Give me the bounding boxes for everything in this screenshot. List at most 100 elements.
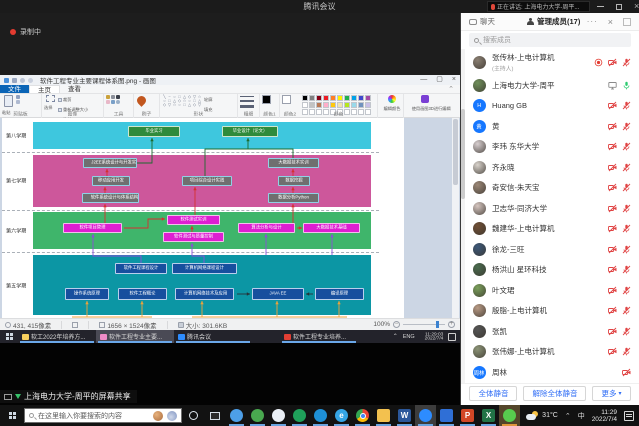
member-row[interactable]: 杨洪山 星环科技: [461, 260, 639, 281]
shapes-grid[interactable]: ╲~○□△◇▽☆ ○□△◇☆○□△ ◇▽☆○□△◇▽: [162, 95, 202, 107]
camera-off-icon[interactable]: [608, 347, 617, 356]
task-view-button[interactable]: [204, 412, 226, 420]
member-row[interactable]: 叶文珺: [461, 280, 639, 301]
magnifier-icon[interactable]: [116, 100, 120, 104]
brushes-icon[interactable]: [135, 94, 148, 107]
action-center-icon[interactable]: [624, 411, 634, 421]
panel-dock-icon[interactable]: [623, 18, 631, 26]
camera-off-icon[interactable]: [622, 368, 631, 377]
edit-colors-icon[interactable]: [388, 95, 396, 103]
mic-off-icon[interactable]: [622, 101, 631, 110]
color2-swatch[interactable]: [282, 95, 291, 104]
mic-off-icon[interactable]: [622, 347, 631, 356]
mic-off-icon[interactable]: [622, 183, 631, 192]
member-row[interactable]: 张伟娜-上电计算机: [461, 342, 639, 363]
mic-off-icon[interactable]: [622, 265, 631, 274]
palette-swatch[interactable]: [358, 102, 364, 108]
close-icon[interactable]: ×: [634, 2, 639, 11]
minimize-icon[interactable]: [597, 6, 604, 7]
mic-off-icon[interactable]: [622, 142, 631, 151]
text-tool-icon[interactable]: [116, 95, 120, 99]
camera-off-icon[interactable]: [608, 327, 617, 336]
camera-off-icon[interactable]: [608, 58, 617, 67]
taskbar-app-alarms-clock[interactable]: [268, 405, 289, 426]
search-highlight-icon[interactable]: [153, 411, 163, 421]
paint-view-tab[interactable]: 查看: [60, 85, 89, 93]
cortana-button[interactable]: [182, 411, 204, 420]
canvas-vertical-scrollbar[interactable]: [452, 118, 459, 318]
palette-swatch[interactable]: [365, 95, 371, 101]
mic-off-icon[interactable]: [622, 122, 631, 131]
taskbar-clock[interactable]: 11:29 2022/7/4: [592, 409, 617, 423]
taskbar-app-file-explorer[interactable]: [373, 405, 394, 426]
scrollbar-thumb[interactable]: [453, 119, 458, 185]
panel-more-icon[interactable]: ···: [587, 17, 598, 26]
palette-swatch[interactable]: [351, 95, 357, 101]
screen-sharing-icon[interactable]: [608, 81, 617, 90]
paint-file-menu[interactable]: 文件: [0, 85, 29, 93]
shared-start-button[interactable]: [0, 330, 18, 343]
mic-off-icon[interactable]: [622, 327, 631, 336]
paint-restore-icon[interactable]: ▢: [436, 75, 443, 85]
taskbar-app-onedrive[interactable]: [226, 405, 247, 426]
save-icon[interactable]: [12, 78, 17, 83]
camera-off-icon[interactable]: [608, 163, 617, 172]
taskbar-app-powerpoint[interactable]: P: [457, 405, 478, 426]
restore-icon[interactable]: [616, 4, 622, 10]
zoom-out-icon[interactable]: −: [393, 321, 400, 328]
copy-icon[interactable]: [16, 100, 20, 104]
tab-chat[interactable]: 聊天: [469, 16, 495, 27]
palette-swatch[interactable]: [323, 102, 329, 108]
camera-off-icon[interactable]: [608, 306, 617, 315]
member-row[interactable]: 李玮 东华大学: [461, 137, 639, 158]
weather-widget[interactable]: 31°C: [526, 411, 558, 420]
fill-bucket-icon[interactable]: [111, 95, 115, 99]
palette-swatch[interactable]: [316, 95, 322, 101]
paint-close-icon[interactable]: ×: [452, 75, 456, 85]
mic-off-icon[interactable]: [622, 245, 631, 254]
recording-indicator-icon[interactable]: [594, 58, 603, 67]
camera-off-icon[interactable]: [608, 101, 617, 110]
palette-swatch[interactable]: [337, 95, 343, 101]
panel-close-icon[interactable]: ×: [608, 17, 613, 27]
member-row[interactable]: 殷脂-上电计算机: [461, 301, 639, 322]
camera-off-icon[interactable]: [608, 204, 617, 213]
start-button[interactable]: [0, 405, 24, 426]
taskbar-app-security-shield[interactable]: [436, 405, 457, 426]
palette-swatch[interactable]: [309, 102, 315, 108]
taskbar-app-chrome[interactable]: [352, 405, 373, 426]
mic-off-icon[interactable]: [622, 204, 631, 213]
shared-taskbar-item-folder[interactable]: 软工2022年培养方...: [18, 330, 96, 343]
redo-icon[interactable]: [28, 78, 33, 83]
member-row[interactable]: HHuang GB: [461, 96, 639, 117]
unmute-all-button[interactable]: 解除全体静音: [523, 386, 586, 401]
camera-off-icon[interactable]: [608, 142, 617, 151]
camera-off-icon[interactable]: [608, 224, 617, 233]
tray-chevron-icon[interactable]: ⌃: [393, 333, 398, 340]
palette-swatch[interactable]: [330, 102, 336, 108]
mic-off-icon[interactable]: [622, 286, 631, 295]
tray-chevron-icon[interactable]: ⌃: [565, 412, 571, 420]
taskbar-app-wechat[interactable]: [499, 405, 520, 426]
taskbar-search-box[interactable]: 在这里输入你要搜索的内容: [24, 408, 182, 423]
palette-swatch[interactable]: [316, 102, 322, 108]
member-row[interactable]: 卫志华-同济大学: [461, 198, 639, 219]
pencil-icon[interactable]: [106, 95, 110, 99]
shared-taskbar-item-meeting[interactable]: 腾讯会议: [174, 330, 252, 343]
camera-off-icon[interactable]: [608, 183, 617, 192]
paint-minimize-icon[interactable]: —: [420, 75, 427, 85]
taskbar-app-word[interactable]: W: [394, 405, 415, 426]
color1-swatch[interactable]: [262, 95, 271, 104]
member-row[interactable]: 张传林-上电计算机(主持人): [461, 49, 639, 75]
taskbar-app-green-app[interactable]: [289, 405, 310, 426]
palette-swatch[interactable]: [323, 95, 329, 101]
taskbar-app-internet-explorer[interactable]: e: [331, 405, 352, 426]
member-row[interactable]: 上海电力大学-周平: [461, 75, 639, 96]
language-indicator[interactable]: ENG: [403, 334, 415, 340]
palette-swatch[interactable]: [302, 95, 308, 101]
palette-swatch[interactable]: [302, 102, 308, 108]
mic-off-icon[interactable]: [622, 306, 631, 315]
zoom-slider-thumb[interactable]: [436, 321, 439, 328]
more-button[interactable]: 更多▾: [592, 386, 630, 401]
palette-swatch[interactable]: [344, 95, 350, 101]
